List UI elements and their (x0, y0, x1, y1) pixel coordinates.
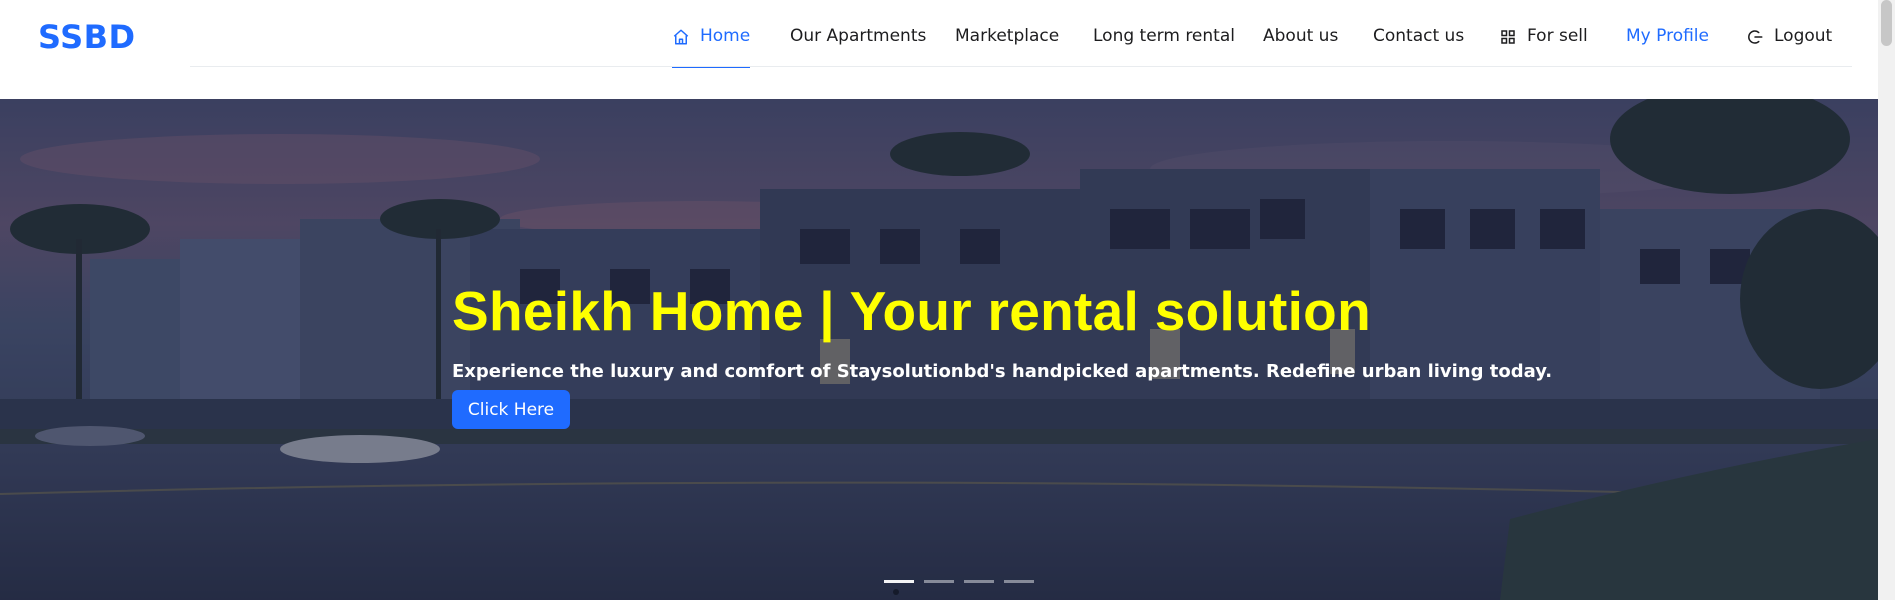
carousel-indicator[interactable] (924, 580, 954, 583)
nav-item-long-term-rental[interactable]: Long term rental (1093, 26, 1235, 68)
nav-item-logout[interactable]: Logout (1746, 26, 1832, 68)
nav-item-marketplace[interactable]: Marketplace (955, 26, 1059, 68)
nav-label: Logout (1774, 26, 1833, 46)
home-icon (672, 28, 690, 46)
nav-item-home[interactable]: Home (672, 26, 751, 68)
hero-overlay (0, 99, 1878, 600)
nav-item-our-apartments[interactable]: Our Apartments (790, 26, 926, 68)
nav-label: Marketplace (955, 26, 1060, 46)
nav-label: About us (1263, 26, 1339, 46)
nav-item-contact-us[interactable]: Contact us (1373, 26, 1464, 68)
hero-subtitle: Experience the luxury and comfort of Sta… (452, 361, 1553, 382)
nav-item-for-sell[interactable]: For sell (1499, 26, 1588, 68)
carousel-indicator[interactable] (884, 580, 914, 583)
nav-label: Home (700, 26, 751, 46)
page-scrollbar[interactable] (1878, 0, 1895, 600)
hero-title: Sheikh Home | Your rental solution (452, 280, 1371, 342)
nav-label: Long term rental (1093, 26, 1235, 46)
page: SSBD Home Our Apartments Marketplace Lon… (0, 0, 1895, 600)
grid-icon (1499, 28, 1517, 46)
hero-carousel: Sheikh Home | Your rental solution Exper… (0, 99, 1878, 600)
nav-label: Contact us (1373, 26, 1465, 46)
main-nav: Home Our Apartments Marketplace Long ter… (0, 0, 1895, 68)
nav-label: Our Apartments (790, 26, 927, 46)
carousel-indicator[interactable] (1004, 580, 1034, 583)
nav-label: My Profile (1626, 26, 1709, 46)
carousel-indicator[interactable] (964, 580, 994, 583)
nav-item-about-us[interactable]: About us (1263, 26, 1338, 68)
nav-divider (190, 66, 1852, 67)
logout-icon (1746, 28, 1764, 46)
site-header: SSBD Home Our Apartments Marketplace Lon… (0, 0, 1895, 99)
click-here-button[interactable]: Click Here (452, 390, 570, 429)
nav-label: For sell (1527, 26, 1588, 46)
carousel-indicators (884, 580, 1034, 583)
nav-item-my-profile[interactable]: My Profile (1626, 26, 1709, 68)
scrollbar-thumb[interactable] (1881, 0, 1892, 46)
carousel-active-dot (893, 589, 899, 595)
